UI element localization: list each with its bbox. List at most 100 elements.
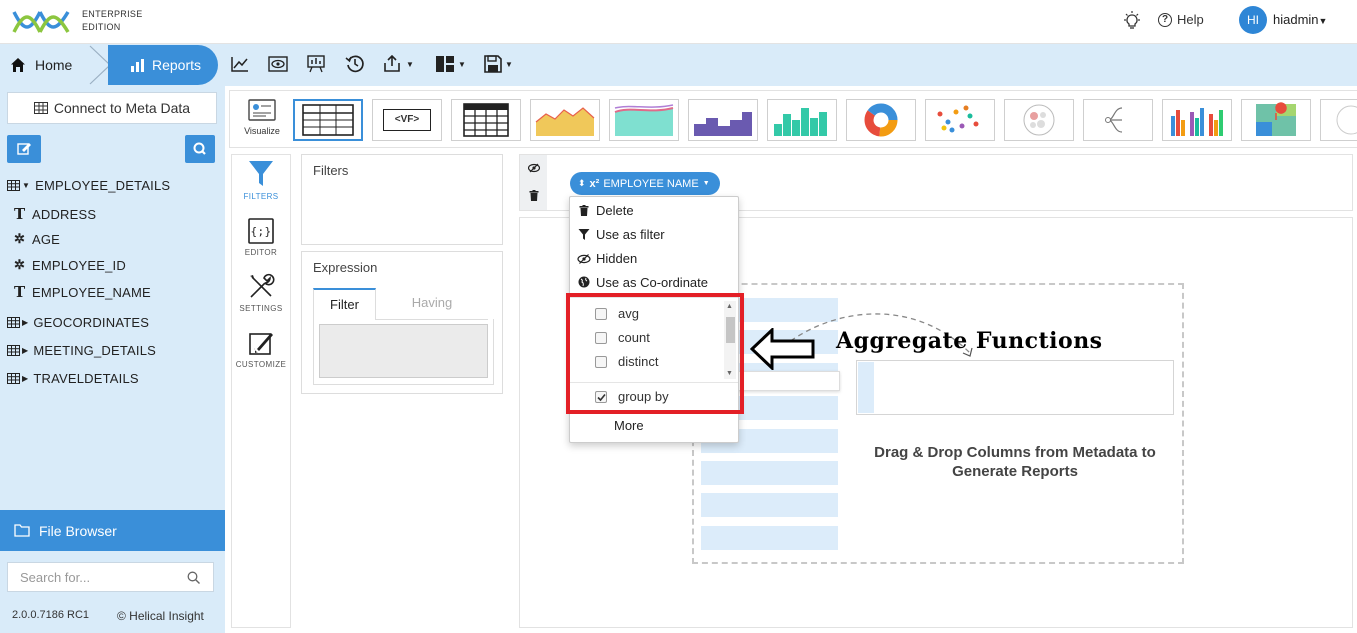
placeholder-row xyxy=(701,493,838,517)
tree-column-employee-id[interactable]: ✲ EMPLOYEE_ID xyxy=(14,257,126,273)
user-menu[interactable]: hiadmin▼ xyxy=(1273,12,1327,27)
tree-column-employee-name[interactable]: T EMPLOYEE_NAME xyxy=(14,283,151,301)
menu-more[interactable]: More xyxy=(614,418,644,433)
history-button[interactable] xyxy=(345,53,365,75)
metadata-search-input[interactable]: Search for... xyxy=(7,562,214,592)
menu-delete-label: Delete xyxy=(596,203,634,218)
viz-table[interactable] xyxy=(293,99,363,141)
tree-node-geocordinates[interactable]: ▶ GEOCORDINATES xyxy=(7,315,149,330)
viz-area-chart[interactable] xyxy=(530,99,600,141)
avatar[interactable]: HI xyxy=(1239,6,1267,34)
tree-icon xyxy=(1105,107,1123,133)
helical-logo[interactable] xyxy=(12,8,70,36)
viz-scatter[interactable] xyxy=(925,99,995,141)
numeric-type-icon: ✲ xyxy=(14,257,26,272)
hidden-eye-icon[interactable] xyxy=(528,163,540,173)
tree-column-age[interactable]: ✲ AGE xyxy=(14,231,60,247)
menu-filter-label: Use as filter xyxy=(596,227,665,242)
layout-button[interactable]: ▼ xyxy=(435,53,466,75)
chart-tool-button[interactable] xyxy=(231,53,249,75)
column-chip-employee-name[interactable]: ⬍ x² EMPLOYEE NAME ▼ xyxy=(570,172,720,195)
file-browser-button[interactable]: File Browser xyxy=(0,510,225,551)
tree-label: MEETING_DETAILS xyxy=(33,343,157,358)
presentation-button[interactable] xyxy=(307,53,325,75)
numeric-type-icon: ✲ xyxy=(14,231,26,246)
menu-hidden[interactable]: Hidden xyxy=(577,251,638,266)
editor-tool[interactable]: {;} EDITOR xyxy=(232,217,290,257)
expression-textarea[interactable] xyxy=(319,324,488,378)
menu-use-as-coordinate[interactable]: Use as Co-ordinate xyxy=(578,275,708,290)
viz-step-chart[interactable] xyxy=(688,99,758,141)
search-button[interactable] xyxy=(185,135,215,163)
tree-label: ADDRESS xyxy=(32,206,97,222)
tree-column-address[interactable]: T ADDRESS xyxy=(14,205,96,223)
copyright-label: © Helical Insight xyxy=(117,609,204,623)
search-placeholder: Search for... xyxy=(20,569,91,585)
visualization-strip: Visualize <VF> xyxy=(229,90,1357,148)
help-link[interactable]: ? Help xyxy=(1158,12,1204,27)
caret-down-icon: ▼ xyxy=(505,59,513,69)
edit-button[interactable] xyxy=(7,135,41,163)
editor-tool-label: EDITOR xyxy=(244,248,278,257)
histogram-icon xyxy=(774,108,827,136)
connect-metadata-button[interactable]: Connect to Meta Data xyxy=(7,92,217,124)
function-x2-icon: x² xyxy=(589,177,600,190)
viz-grouped-bar[interactable] xyxy=(1162,99,1232,141)
viz-stacked-area[interactable] xyxy=(609,99,679,141)
viz-radial[interactable] xyxy=(1320,99,1357,141)
radial-icon xyxy=(1336,105,1357,135)
breadcrumb-home[interactable]: Home xyxy=(0,44,100,86)
tree-node-employee-details[interactable]: ▼ EMPLOYEE_DETAILS xyxy=(7,178,170,193)
scatter-icon xyxy=(937,105,979,133)
viz-circle-pack[interactable] xyxy=(1004,99,1074,141)
filters-tool[interactable]: FILTERS xyxy=(232,159,290,201)
menu-delete[interactable]: Delete xyxy=(579,203,634,218)
menu-use-as-filter[interactable]: Use as filter xyxy=(578,227,665,242)
funnel-icon xyxy=(249,161,273,186)
tab-having[interactable]: Having xyxy=(376,288,488,320)
history-icon xyxy=(345,55,364,73)
eye-screen-icon xyxy=(268,56,288,72)
version-label: 2.0.0.7186 RC1 xyxy=(12,609,90,621)
viz-tree[interactable] xyxy=(1083,99,1153,141)
trash-icon[interactable] xyxy=(529,190,539,201)
filters-title: Filters xyxy=(313,163,349,178)
tab-filter[interactable]: Filter xyxy=(313,288,376,320)
viz-grid-table[interactable] xyxy=(451,99,521,141)
breadcrumb-reports[interactable]: Reports xyxy=(108,45,218,85)
export-button[interactable]: ▼ xyxy=(383,53,414,75)
lightbulb-icon[interactable] xyxy=(1122,11,1142,31)
donut-chart-icon xyxy=(864,103,898,137)
settings-tool[interactable]: SETTINGS xyxy=(232,273,290,313)
wrench-screwdriver-icon xyxy=(250,273,275,298)
expression-title: Expression xyxy=(313,260,378,275)
table-viz-icon xyxy=(302,104,354,136)
search-icon xyxy=(187,571,200,584)
preview-button[interactable] xyxy=(268,53,288,75)
eye-slash-icon xyxy=(577,254,591,264)
viz-custom-vf[interactable]: <VF> xyxy=(372,99,442,141)
menu-hidden-label: Hidden xyxy=(596,251,638,266)
column-bar-actions xyxy=(520,155,547,210)
save-button[interactable]: ▼ xyxy=(484,53,513,75)
drag-drop-hint: Drag & Drop Columns from Metadata to Gen… xyxy=(874,444,1156,480)
customize-tool[interactable]: CUSTOMIZE xyxy=(232,329,290,369)
username-label: hiadmin xyxy=(1273,12,1319,27)
viz-histogram[interactable] xyxy=(767,99,837,141)
area-chart-icon xyxy=(535,107,595,136)
viz-donut-chart[interactable] xyxy=(846,99,916,141)
column-chip-label: EMPLOYEE NAME xyxy=(603,177,699,190)
tool-column: FILTERS {;} EDITOR SETTINGS CUSTOMIZE xyxy=(231,154,291,628)
tree-node-meeting-details[interactable]: ▶ MEETING_DETAILS xyxy=(7,343,156,358)
tree-node-traveldetails[interactable]: ▶ TRAVELDETAILS xyxy=(7,371,139,386)
viz-map[interactable] xyxy=(1241,99,1311,141)
expression-panel: Expression Filter Having xyxy=(301,251,503,394)
visualize-toggle[interactable]: Visualize xyxy=(240,99,284,136)
share-icon xyxy=(384,55,400,72)
tree-label: EMPLOYEE_ID xyxy=(32,257,126,273)
visualize-icon xyxy=(248,99,276,121)
folder-icon xyxy=(14,524,30,537)
code-editor-icon: {;} xyxy=(248,218,274,244)
edition-line-2: EDITION xyxy=(82,22,121,32)
tree-label: TRAVELDETAILS xyxy=(33,371,139,386)
